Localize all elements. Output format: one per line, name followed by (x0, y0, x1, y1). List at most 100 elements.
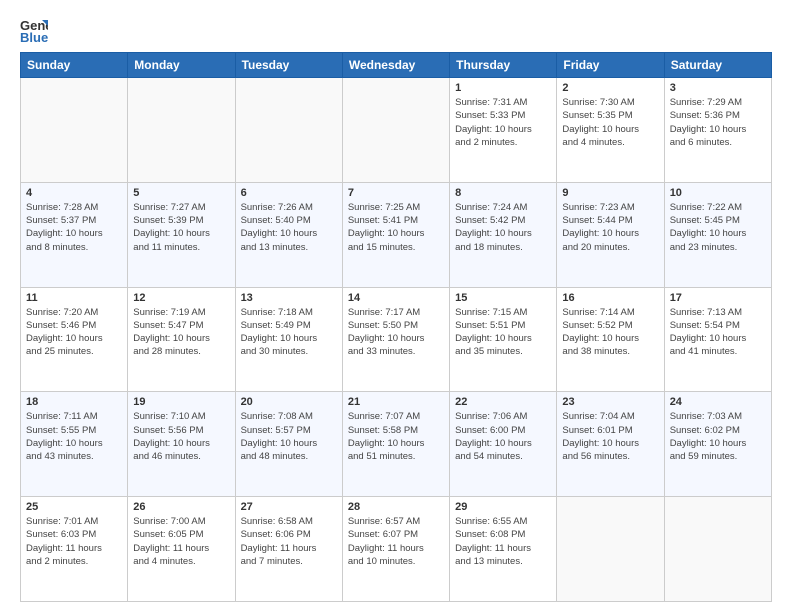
calendar-cell: 3 Sunrise: 7:29 AM Sunset: 5:36 PM Daylig… (664, 78, 771, 183)
day-info: Sunrise: 6:55 AM Sunset: 6:08 PM Dayligh… (455, 515, 551, 568)
day-info: Sunrise: 7:06 AM Sunset: 6:00 PM Dayligh… (455, 410, 551, 463)
calendar-week-row: 18 Sunrise: 7:11 AM Sunset: 5:55 PM Dayli… (21, 392, 772, 497)
calendar-cell: 21 Sunrise: 7:07 AM Sunset: 5:58 PM Dayli… (342, 392, 449, 497)
day-number: 11 (26, 292, 122, 304)
day-info: Sunrise: 7:08 AM Sunset: 5:57 PM Dayligh… (241, 410, 337, 463)
calendar-cell: 24Sunrise: 7:03 AM Sunset: 6:02 PM Dayli… (664, 392, 771, 497)
calendar-cell: 8 Sunrise: 7:24 AM Sunset: 5:42 PM Daylig… (450, 182, 557, 287)
day-number: 15 (455, 292, 551, 304)
day-info: Sunrise: 7:23 AM Sunset: 5:44 PM Dayligh… (562, 201, 658, 254)
calendar-cell: 10 Sunrise: 7:22 AM Sunset: 5:45 PM Dayli… (664, 182, 771, 287)
day-number: 19 (133, 396, 229, 408)
day-number: 21 (348, 396, 444, 408)
calendar-cell: 16 Sunrise: 7:14 AM Sunset: 5:52 PM Dayli… (557, 287, 664, 392)
logo: General Blue (20, 16, 52, 44)
calendar-weekday-tuesday: Tuesday (235, 53, 342, 78)
day-info: Sunrise: 7:17 AM Sunset: 5:50 PM Dayligh… (348, 306, 444, 359)
day-number: 5 (133, 187, 229, 199)
calendar-cell: 15 Sunrise: 7:15 AM Sunset: 5:51 PM Dayli… (450, 287, 557, 392)
calendar-cell: 7 Sunrise: 7:25 AM Sunset: 5:41 PM Daylig… (342, 182, 449, 287)
day-info: Sunrise: 7:25 AM Sunset: 5:41 PM Dayligh… (348, 201, 444, 254)
day-number: 27 (241, 501, 337, 513)
calendar-cell: 22 Sunrise: 7:06 AM Sunset: 6:00 PM Dayli… (450, 392, 557, 497)
logo-icon: General Blue (20, 16, 48, 44)
calendar-week-row: 11 Sunrise: 7:20 AM Sunset: 5:46 PM Dayli… (21, 287, 772, 392)
day-info: Sunrise: 7:31 AM Sunset: 5:33 PM Dayligh… (455, 96, 551, 149)
day-info: Sunrise: 7:00 AM Sunset: 6:05 PM Dayligh… (133, 515, 229, 568)
day-number: 16 (562, 292, 658, 304)
calendar-weekday-friday: Friday (557, 53, 664, 78)
day-number: 2 (562, 82, 658, 94)
day-info: Sunrise: 7:20 AM Sunset: 5:46 PM Dayligh… (26, 306, 122, 359)
day-info: Sunrise: 7:29 AM Sunset: 5:36 PM Dayligh… (670, 96, 766, 149)
calendar-week-row: 1Sunrise: 7:31 AM Sunset: 5:33 PM Daylig… (21, 78, 772, 183)
day-number: 28 (348, 501, 444, 513)
day-info: Sunrise: 7:26 AM Sunset: 5:40 PM Dayligh… (241, 201, 337, 254)
calendar-cell: 18 Sunrise: 7:11 AM Sunset: 5:55 PM Dayli… (21, 392, 128, 497)
day-info: Sunrise: 6:57 AM Sunset: 6:07 PM Dayligh… (348, 515, 444, 568)
day-info: Sunrise: 7:22 AM Sunset: 5:45 PM Dayligh… (670, 201, 766, 254)
calendar-cell (664, 497, 771, 602)
day-number: 12 (133, 292, 229, 304)
calendar-cell: 27 Sunrise: 6:58 AM Sunset: 6:06 PM Dayli… (235, 497, 342, 602)
calendar-cell: 1Sunrise: 7:31 AM Sunset: 5:33 PM Daylig… (450, 78, 557, 183)
calendar-weekday-thursday: Thursday (450, 53, 557, 78)
svg-text:Blue: Blue (20, 30, 48, 44)
day-number: 10 (670, 187, 766, 199)
calendar-weekday-monday: Monday (128, 53, 235, 78)
day-info: Sunrise: 6:58 AM Sunset: 6:06 PM Dayligh… (241, 515, 337, 568)
calendar-cell: 2 Sunrise: 7:30 AM Sunset: 5:35 PM Daylig… (557, 78, 664, 183)
day-number: 3 (670, 82, 766, 94)
calendar-cell (557, 497, 664, 602)
calendar-cell: 25 Sunrise: 7:01 AM Sunset: 6:03 PM Dayli… (21, 497, 128, 602)
page: General Blue SundayMondayTuesdayWednesda… (0, 0, 792, 612)
day-info: Sunrise: 7:07 AM Sunset: 5:58 PM Dayligh… (348, 410, 444, 463)
day-number: 8 (455, 187, 551, 199)
day-info: Sunrise: 7:27 AM Sunset: 5:39 PM Dayligh… (133, 201, 229, 254)
calendar-cell: 6 Sunrise: 7:26 AM Sunset: 5:40 PM Daylig… (235, 182, 342, 287)
calendar-week-row: 4Sunrise: 7:28 AM Sunset: 5:37 PM Daylig… (21, 182, 772, 287)
calendar-header-row: SundayMondayTuesdayWednesdayThursdayFrid… (21, 53, 772, 78)
day-number: 7 (348, 187, 444, 199)
day-info: Sunrise: 7:10 AM Sunset: 5:56 PM Dayligh… (133, 410, 229, 463)
calendar-cell: 4Sunrise: 7:28 AM Sunset: 5:37 PM Daylig… (21, 182, 128, 287)
day-number: 6 (241, 187, 337, 199)
day-number: 18 (26, 396, 122, 408)
day-number: 25 (26, 501, 122, 513)
calendar-cell: 19 Sunrise: 7:10 AM Sunset: 5:56 PM Dayli… (128, 392, 235, 497)
calendar-cell: 9Sunrise: 7:23 AM Sunset: 5:44 PM Daylig… (557, 182, 664, 287)
calendar-cell: 5 Sunrise: 7:27 AM Sunset: 5:39 PM Daylig… (128, 182, 235, 287)
day-number: 22 (455, 396, 551, 408)
day-info: Sunrise: 7:30 AM Sunset: 5:35 PM Dayligh… (562, 96, 658, 149)
day-number: 13 (241, 292, 337, 304)
day-info: Sunrise: 7:14 AM Sunset: 5:52 PM Dayligh… (562, 306, 658, 359)
calendar-cell: 28 Sunrise: 6:57 AM Sunset: 6:07 PM Dayli… (342, 497, 449, 602)
calendar-cell: 11 Sunrise: 7:20 AM Sunset: 5:46 PM Dayli… (21, 287, 128, 392)
day-info: Sunrise: 7:01 AM Sunset: 6:03 PM Dayligh… (26, 515, 122, 568)
calendar-cell: 29 Sunrise: 6:55 AM Sunset: 6:08 PM Dayli… (450, 497, 557, 602)
day-number: 4 (26, 187, 122, 199)
day-number: 20 (241, 396, 337, 408)
day-number: 14 (348, 292, 444, 304)
day-info: Sunrise: 7:11 AM Sunset: 5:55 PM Dayligh… (26, 410, 122, 463)
calendar-weekday-saturday: Saturday (664, 53, 771, 78)
day-number: 17 (670, 292, 766, 304)
header: General Blue (20, 16, 772, 44)
calendar-cell (21, 78, 128, 183)
day-info: Sunrise: 7:24 AM Sunset: 5:42 PM Dayligh… (455, 201, 551, 254)
calendar-cell: 17 Sunrise: 7:13 AM Sunset: 5:54 PM Dayli… (664, 287, 771, 392)
day-info: Sunrise: 7:04 AM Sunset: 6:01 PM Dayligh… (562, 410, 658, 463)
day-number: 29 (455, 501, 551, 513)
day-number: 26 (133, 501, 229, 513)
day-number: 24 (670, 396, 766, 408)
day-info: Sunrise: 7:13 AM Sunset: 5:54 PM Dayligh… (670, 306, 766, 359)
calendar-cell: 20 Sunrise: 7:08 AM Sunset: 5:57 PM Dayli… (235, 392, 342, 497)
day-info: Sunrise: 7:15 AM Sunset: 5:51 PM Dayligh… (455, 306, 551, 359)
calendar-cell (342, 78, 449, 183)
calendar-cell (235, 78, 342, 183)
calendar-week-row: 25 Sunrise: 7:01 AM Sunset: 6:03 PM Dayli… (21, 497, 772, 602)
calendar-cell: 26 Sunrise: 7:00 AM Sunset: 6:05 PM Dayli… (128, 497, 235, 602)
calendar-cell: 13 Sunrise: 7:18 AM Sunset: 5:49 PM Dayli… (235, 287, 342, 392)
day-info: Sunrise: 7:18 AM Sunset: 5:49 PM Dayligh… (241, 306, 337, 359)
calendar: SundayMondayTuesdayWednesdayThursdayFrid… (20, 52, 772, 602)
